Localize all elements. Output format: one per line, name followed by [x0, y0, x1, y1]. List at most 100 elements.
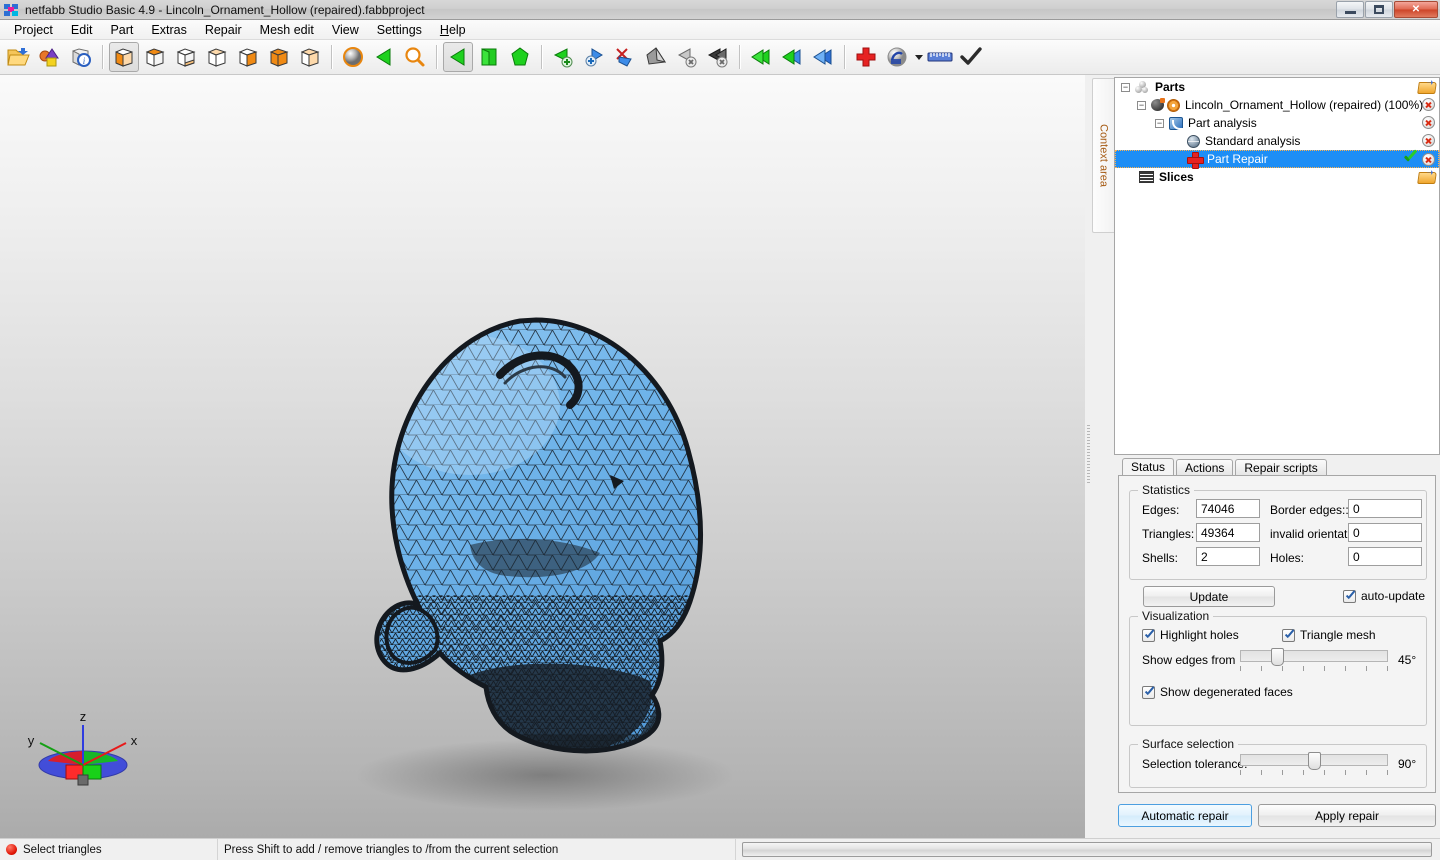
chevron-down-icon[interactable] — [913, 42, 925, 72]
part-info-icon[interactable]: i — [66, 42, 96, 72]
remove-icon[interactable] — [1422, 116, 1435, 129]
slider-thumb[interactable] — [1271, 648, 1284, 666]
open-folder-icon[interactable] — [1418, 80, 1435, 93]
axis-label-y: y — [28, 733, 35, 748]
menu-bar: Project Edit Part Extras Repair Mesh edi… — [0, 20, 1440, 40]
netfabb-window: netfabb Studio Basic 4.9 - Lincoln_Ornam… — [0, 0, 1440, 860]
show-edges-label: Show edges from — [1142, 653, 1235, 667]
menu-view[interactable]: View — [323, 21, 368, 39]
selection-tolerance-slider[interactable] — [1240, 754, 1388, 766]
tab-actions[interactable]: Actions — [1176, 459, 1233, 476]
shading-sphere-icon[interactable] — [338, 42, 368, 72]
automatic-repair-button[interactable]: Automatic repair — [1118, 804, 1252, 827]
remove-icon[interactable] — [1422, 153, 1435, 166]
axis-label-x: x — [131, 733, 138, 748]
view-back-icon[interactable] — [233, 42, 263, 72]
view-top-icon[interactable] — [140, 42, 170, 72]
invert-normals-icon[interactable] — [746, 42, 776, 72]
shells-value[interactable]: 2 — [1196, 547, 1260, 566]
view-left-icon[interactable] — [264, 42, 294, 72]
expander-icon[interactable]: − — [1121, 83, 1130, 92]
apply-repair-icon[interactable] — [956, 42, 986, 72]
select-shell-icon[interactable] — [474, 42, 504, 72]
tree-node-standard-analysis[interactable]: Standard analysis — [1115, 132, 1439, 150]
menu-mesh-edit[interactable]: Mesh edit — [251, 21, 323, 39]
tree-node-part[interactable]: − Lincoln_Ornament_Hollow (repaired) (10… — [1115, 96, 1439, 114]
menu-help[interactable]: Help — [431, 21, 475, 39]
menu-part[interactable]: Part — [101, 21, 142, 39]
menu-repair[interactable]: Repair — [196, 21, 251, 39]
netfabb-logo-icon — [4, 3, 20, 17]
expander-icon[interactable]: − — [1137, 101, 1146, 110]
highlight-holes-checkbox[interactable]: Highlight holes — [1142, 628, 1239, 642]
select-surface-icon[interactable] — [443, 42, 473, 72]
open-project-icon[interactable] — [4, 42, 34, 72]
show-degenerated-faces-checkbox[interactable]: Show degenerated faces — [1142, 685, 1293, 699]
parts-tree[interactable]: − Parts − Lincoln_Ornament_Hollow (repai… — [1114, 77, 1440, 455]
border-edges-value[interactable]: 0 — [1348, 499, 1422, 518]
slider-thumb[interactable] — [1308, 752, 1321, 770]
menu-project[interactable]: Project — [5, 21, 62, 39]
cut-icon[interactable] — [610, 42, 640, 72]
open-folder-icon[interactable] — [1418, 170, 1435, 183]
window-controls: ✕ — [1336, 1, 1438, 18]
window-title: netfabb Studio Basic 4.9 - Lincoln_Ornam… — [25, 3, 425, 17]
status-hint-cell: Press Shift to add / remove triangles to… — [218, 839, 736, 860]
tree-node-part-analysis[interactable]: − Part analysis — [1115, 114, 1439, 132]
menu-settings[interactable]: Settings — [368, 21, 431, 39]
measure-icon[interactable] — [925, 42, 955, 72]
minimize-button[interactable] — [1336, 1, 1364, 18]
panel-splitter[interactable] — [1085, 75, 1092, 838]
menu-edit[interactable]: Edit — [62, 21, 102, 39]
edges-value[interactable]: 74046 — [1196, 499, 1260, 518]
view-bottom-icon[interactable] — [171, 42, 201, 72]
repair-part-icon[interactable] — [851, 42, 881, 72]
show-edges-slider[interactable] — [1240, 650, 1388, 662]
triangle-mesh-checkbox[interactable]: Triangle mesh — [1282, 628, 1376, 642]
add-selection-icon[interactable] — [579, 42, 609, 72]
tab-repair-scripts[interactable]: Repair scripts — [1235, 459, 1326, 476]
tree-node-slices[interactable]: Slices — [1115, 168, 1439, 186]
apply-repair-button[interactable]: Apply repair — [1258, 804, 1436, 827]
restore-button[interactable] — [1365, 1, 1393, 18]
visibility-eye-icon[interactable] — [1167, 99, 1180, 112]
update-button[interactable]: Update — [1143, 586, 1275, 607]
repair-scripts-icon[interactable] — [882, 42, 912, 72]
select-triangles-icon[interactable] — [369, 42, 399, 72]
triangles-label: Triangles: — [1142, 527, 1194, 541]
remove-shell-icon[interactable] — [703, 42, 733, 72]
context-area-tab[interactable]: Context area — [1092, 78, 1114, 233]
holes-value[interactable]: 0 — [1348, 547, 1422, 566]
zoom-icon[interactable] — [400, 42, 430, 72]
3d-viewport[interactable]: z x y — [0, 75, 1085, 838]
remove-icon[interactable] — [1422, 98, 1435, 111]
cone-icon[interactable] — [641, 42, 671, 72]
close-button[interactable]: ✕ — [1394, 1, 1438, 18]
tree-node-parts[interactable]: − Parts — [1115, 78, 1439, 96]
show-edges-value: 45° — [1398, 653, 1416, 667]
view-front-icon[interactable] — [202, 42, 232, 72]
select-plane-icon[interactable] — [505, 42, 535, 72]
add-part-icon[interactable] — [35, 42, 65, 72]
tab-status[interactable]: Status — [1122, 458, 1174, 476]
menu-extras[interactable]: Extras — [142, 21, 195, 39]
analysis-icon — [1169, 117, 1183, 130]
add-triangle-icon[interactable] — [548, 42, 578, 72]
remove-icon[interactable] — [1422, 134, 1435, 147]
expander-icon[interactable]: − — [1155, 119, 1164, 128]
visualization-group-label: Visualization — [1138, 609, 1213, 623]
flip-triangle-icon[interactable] — [777, 42, 807, 72]
view-right-icon[interactable] — [295, 42, 325, 72]
triangles-value[interactable]: 49364 — [1196, 523, 1260, 542]
view-isometric-icon[interactable] — [109, 42, 139, 72]
status-hint-label: Press Shift to add / remove triangles to… — [224, 844, 558, 856]
toolbar-separator — [739, 45, 741, 69]
toolbar-separator — [331, 45, 333, 69]
invalid-orientation-value[interactable]: 0 — [1348, 523, 1422, 542]
tree-node-part-repair[interactable]: Part Repair — [1115, 150, 1439, 168]
shells-label: Shells: — [1142, 551, 1178, 565]
auto-update-checkbox[interactable]: auto-update — [1343, 589, 1425, 603]
orient-icon[interactable] — [808, 42, 838, 72]
accept-icon[interactable] — [1403, 152, 1419, 166]
remove-triangle-icon[interactable] — [672, 42, 702, 72]
